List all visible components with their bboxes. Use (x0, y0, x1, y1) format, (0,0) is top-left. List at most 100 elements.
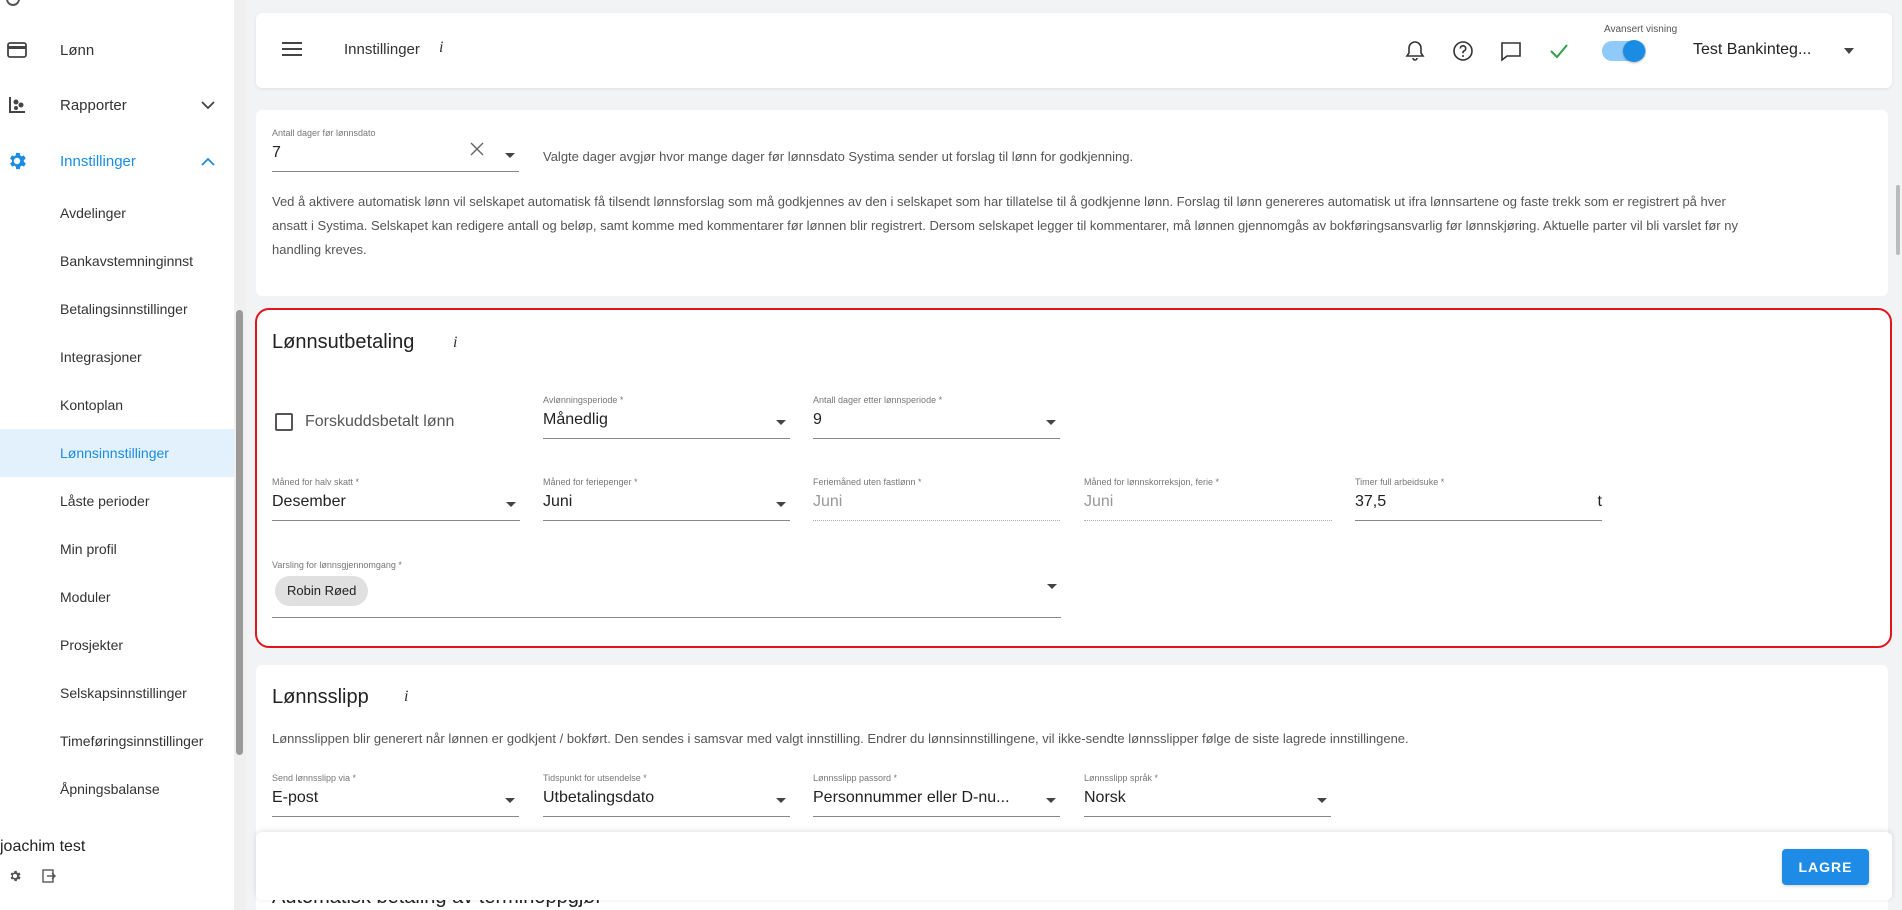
sidebar-sub-label: Kontoplan (60, 397, 124, 413)
section-title: Lønnsslipp (272, 686, 369, 708)
holiday-month-field: Feriemåned uten fastlønn * Juni (813, 477, 1060, 521)
advanced-view-toggle[interactable] (1602, 40, 1646, 62)
field-value: E-post (272, 789, 319, 806)
sidebar-sub-label: Betalingsinnstillinger (60, 301, 188, 317)
sidebar-scrollbar-thumb[interactable] (236, 310, 243, 755)
sidebar-sub-selskapsinnstillinger[interactable]: Selskapsinnstillinger (0, 669, 234, 717)
chevron-down-icon[interactable] (1046, 798, 1056, 803)
field-value: Desember (272, 493, 346, 510)
sidebar-item-innstillinger[interactable]: Innstillinger (0, 137, 234, 185)
payslip-send-time-select[interactable]: Tidspunkt for utsendelse * Utbetalingsda… (543, 773, 790, 817)
help-icon[interactable] (1450, 38, 1476, 64)
sidebar-sub-prosjekter[interactable]: Prosjekter (0, 621, 234, 669)
field-label: Måned for halv skatt * (272, 477, 360, 487)
bell-icon[interactable] (1402, 38, 1428, 64)
chat-icon[interactable] (1498, 38, 1524, 64)
sidebar-sub-label: Timeføringsinnstillinger (60, 733, 204, 749)
credit-card-icon (6, 39, 28, 61)
prepaid-salary-checkbox[interactable] (275, 413, 293, 431)
top-header: Innstillinger i Avansert visning Test Ba… (256, 13, 1892, 88)
sidebar-sub-lonnsinnstillinger[interactable]: Lønnsinnstillinger (0, 429, 234, 477)
page-title: Innstillinger (344, 41, 420, 58)
auto-payroll-card: Antall dager før lønnsdato 7 Valgte dage… (256, 110, 1888, 296)
chevron-down-icon[interactable] (1317, 798, 1327, 803)
payslip-language-select[interactable]: Lønnsslipp språk * Norsk (1084, 773, 1331, 817)
sidebar-sub-laste-perioder[interactable]: Låste perioder (0, 477, 234, 525)
field-value: 9 (813, 411, 822, 428)
sidebar-item-label: Innstillinger (60, 152, 136, 170)
sidebar-sub-kontoplan[interactable]: Kontoplan (0, 381, 234, 429)
gear-icon (6, 150, 28, 172)
field-label: Lønnsslipp språk * (1084, 773, 1159, 783)
payslip-send-via-select[interactable]: Send lønnsslipp via * E-post (272, 773, 519, 817)
save-button[interactable]: LAGRE (1782, 849, 1869, 885)
sidebar-sub-avdelinger[interactable]: Avdelinger (0, 189, 234, 237)
field-label: Feriemåned uten fastlønn * (813, 477, 922, 487)
pay-period-select[interactable]: Avlønningsperiode * Månedlig (543, 395, 790, 439)
payslip-password-select[interactable]: Lønnsslipp passord * Personnummer eller … (813, 773, 1060, 817)
company-selector[interactable]: Test Bankinteg... (1693, 41, 1811, 59)
days-after-period-select[interactable]: Antall dager etter lønnsperiode * 9 (813, 395, 1060, 439)
main-scrollbar-thumb[interactable] (1896, 185, 1900, 255)
field-label: Måned for feriepenger * (543, 477, 638, 487)
chevron-down-icon[interactable] (505, 153, 515, 158)
chevron-down-icon[interactable] (198, 95, 218, 115)
sidebar-sub-betalingsinnstillinger[interactable]: Betalingsinnstillinger (0, 285, 234, 333)
advanced-view-label: Avansert visning (1604, 24, 1678, 35)
full-week-hours-input[interactable]: Timer full arbeidsuke * 37,5 t (1355, 477, 1602, 521)
field-label: Antall dager før lønnsdato (272, 128, 376, 138)
check-icon[interactable] (1546, 38, 1572, 64)
gear-icon[interactable] (6, 867, 24, 885)
days-help-text: Valgte dager avgjør hvor mange dager før… (543, 149, 1134, 164)
sidebar-sub-min-profil[interactable]: Min profil (0, 525, 234, 573)
chevron-down-icon[interactable] (1844, 48, 1854, 54)
chevron-down-icon[interactable] (776, 502, 786, 507)
chevron-down-icon[interactable] (1046, 420, 1056, 425)
menu-icon[interactable] (282, 42, 302, 58)
field-value: Juni (1084, 493, 1114, 510)
chevron-down-icon[interactable] (776, 420, 786, 425)
payout-card: Lønnsutbetaling i Forskuddsbetalt lønn A… (255, 308, 1892, 648)
half-tax-month-select[interactable]: Måned for halv skatt * Desember (272, 477, 520, 521)
logout-icon[interactable] (40, 867, 58, 885)
auto-payroll-description: Ved å aktivere automatisk lønn vil selsk… (272, 190, 1862, 262)
days-before-field[interactable]: Antall dager før lønnsdato 7 (272, 128, 519, 172)
field-value: Juni (543, 493, 573, 510)
info-icon[interactable]: i (404, 688, 408, 706)
sidebar-sub-integrasjoner[interactable]: Integrasjoner (0, 333, 234, 381)
user-chip[interactable]: Robin Røed (275, 576, 369, 606)
payroll-review-notify-select[interactable]: Varsling for lønnsgjennomgang * Robin Rø… (272, 560, 1061, 618)
field-label: Avlønningsperiode * (543, 395, 624, 405)
field-value: Juni (813, 493, 843, 510)
chevron-down-icon[interactable] (506, 502, 516, 507)
description-line: handling kreves. (272, 242, 367, 257)
payslip-description: Lønnsslippen blir generert når lønnen er… (272, 731, 1409, 746)
field-value: 7 (272, 144, 281, 161)
sidebar-sub-label: Moduler (60, 589, 111, 605)
sidebar-item-lonn[interactable]: Lønn (0, 26, 234, 74)
sidebar-sub-bankavstemning[interactable]: Bankavstemninginnst (0, 237, 234, 285)
sidebar-sub-label: Integrasjoner (60, 349, 142, 365)
chevron-up-icon[interactable] (198, 151, 218, 171)
sidebar-sub-label: Bankavstemninginnst (60, 253, 194, 269)
field-label: Antall dager etter lønnsperiode * (813, 395, 943, 405)
clear-icon[interactable] (470, 142, 484, 161)
field-label: Måned for lønnskorreksjon, ferie * (1084, 477, 1220, 487)
chevron-down-icon[interactable] (776, 798, 786, 803)
sidebar-sub-timeforingsinnstillinger[interactable]: Timeføringsinnstillinger (0, 717, 234, 765)
sidebar-sub-label: Åpningsbalanse (60, 781, 160, 797)
info-icon[interactable]: i (439, 39, 443, 57)
save-bar: LAGRE (256, 832, 1892, 900)
chevron-down-icon[interactable] (1047, 584, 1057, 589)
sidebar-item-rapporter[interactable]: Rapporter (0, 81, 234, 129)
field-value: Utbetalingsdato (543, 789, 655, 806)
holiday-pay-month-select[interactable]: Måned for feriepenger * Juni (543, 477, 790, 521)
sidebar-sub-label: Avdelinger (60, 205, 126, 221)
info-icon[interactable]: i (453, 334, 457, 352)
sidebar: Lønn Rapporter Innstillinger Avdelinger … (0, 0, 246, 910)
sidebar-sub-apningsbalanse[interactable]: Åpningsbalanse (0, 765, 234, 813)
sidebar-sub-moduler[interactable]: Moduler (0, 573, 234, 621)
prepaid-salary-label: Forskuddsbetalt lønn (305, 413, 455, 430)
chevron-down-icon[interactable] (505, 798, 515, 803)
sidebar-sub-label: Selskapsinnstillinger (60, 685, 187, 701)
